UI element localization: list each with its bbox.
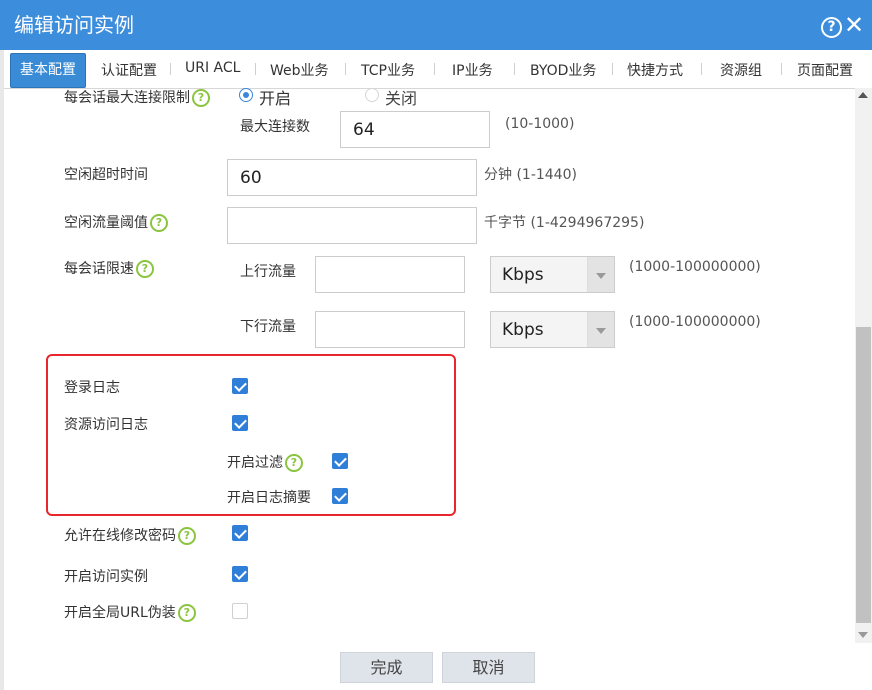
max-conn-label-text: 每会话最大连接限制 bbox=[64, 90, 190, 106]
max-conn-hint: (10-1000) bbox=[505, 116, 575, 132]
upstream-hint: (1000-100000000) bbox=[629, 259, 761, 275]
max-conn-input[interactable] bbox=[340, 111, 490, 148]
upstream-unit-value: Kbps bbox=[502, 265, 544, 285]
tab-basic-config[interactable]: 基本配置 bbox=[10, 53, 86, 88]
cancel-button[interactable]: 取消 bbox=[442, 652, 535, 683]
radio-enable-label[interactable]: 开启 bbox=[259, 85, 291, 109]
tab-ip[interactable]: IP业务 bbox=[452, 60, 493, 80]
url-disguise-checkbox[interactable] bbox=[232, 603, 248, 619]
tab-page-config[interactable]: 页面配置 bbox=[797, 60, 853, 80]
enable-summary-label: 开启日志摘要 bbox=[227, 490, 311, 506]
enable-filter-checkbox[interactable] bbox=[332, 453, 348, 469]
scroll-up-icon[interactable] bbox=[858, 92, 868, 98]
radio-disable[interactable] bbox=[365, 88, 379, 102]
help-icon[interactable]: ? bbox=[178, 527, 196, 545]
dialog-title: 编辑访问实例 bbox=[14, 13, 134, 37]
tab-divider bbox=[612, 63, 613, 75]
allow-pwd-change-label: 允许在线修改密码? bbox=[64, 525, 196, 545]
close-icon[interactable]: ✕ bbox=[844, 11, 864, 39]
scrollbar-thumb[interactable] bbox=[856, 327, 871, 623]
tab-divider bbox=[781, 63, 782, 75]
idle-threshold-label-text: 空闲流量阈值 bbox=[64, 215, 148, 231]
finish-button[interactable]: 完成 bbox=[340, 652, 433, 683]
enable-filter-label: 开启过滤? bbox=[227, 452, 303, 472]
downstream-unit-select[interactable]: Kbps bbox=[490, 311, 615, 348]
radio-enable[interactable] bbox=[239, 88, 253, 102]
left-edge bbox=[0, 50, 4, 690]
tab-divider bbox=[345, 63, 346, 75]
downstream-input[interactable] bbox=[315, 311, 465, 348]
tab-auth-config[interactable]: 认证配置 bbox=[101, 60, 157, 80]
tab-uri-acl[interactable]: URI ACL bbox=[185, 60, 240, 76]
upstream-unit-select[interactable]: Kbps bbox=[490, 256, 615, 293]
tab-divider bbox=[701, 63, 702, 75]
radio-disable-label[interactable]: 关闭 bbox=[385, 85, 417, 109]
chevron-down-icon[interactable] bbox=[587, 312, 614, 347]
max-conn-label: 每会话最大连接限制? bbox=[64, 87, 210, 107]
downstream-unit-value: Kbps bbox=[502, 320, 544, 340]
idle-timeout-input[interactable] bbox=[227, 159, 477, 196]
allow-pwd-change-label-text: 允许在线修改密码 bbox=[64, 528, 176, 544]
login-log-label: 登录日志 bbox=[64, 380, 120, 396]
login-log-checkbox[interactable] bbox=[232, 378, 248, 394]
help-icon[interactable]: ? bbox=[150, 214, 168, 232]
help-icon[interactable]: ? bbox=[821, 17, 842, 38]
tab-divider bbox=[434, 63, 435, 75]
tab-tcp[interactable]: TCP业务 bbox=[361, 60, 415, 80]
rate-limit-label: 每会话限速? bbox=[64, 258, 154, 278]
rate-limit-label-text: 每会话限速 bbox=[64, 261, 134, 277]
tab-resource-group[interactable]: 资源组 bbox=[720, 60, 762, 80]
idle-threshold-input[interactable] bbox=[227, 207, 477, 244]
tab-shortcut[interactable]: 快捷方式 bbox=[627, 60, 683, 80]
tab-divider bbox=[255, 63, 256, 75]
resource-log-label: 资源访问日志 bbox=[64, 417, 148, 433]
tab-web[interactable]: Web业务 bbox=[270, 60, 329, 80]
help-icon[interactable]: ? bbox=[192, 89, 210, 107]
idle-threshold-label: 空闲流量阈值? bbox=[64, 212, 168, 232]
tab-byod[interactable]: BYOD业务 bbox=[530, 60, 596, 80]
tab-divider bbox=[170, 63, 171, 75]
scroll-down-icon[interactable] bbox=[858, 632, 868, 638]
url-disguise-label-text: 开启全局URL伪装 bbox=[64, 605, 176, 621]
chevron-down-icon[interactable] bbox=[587, 257, 614, 292]
enable-summary-checkbox[interactable] bbox=[332, 488, 348, 504]
enable-instance-label: 开启访问实例 bbox=[64, 569, 148, 585]
help-icon[interactable]: ? bbox=[285, 454, 303, 472]
idle-timeout-label: 空闲超时时间 bbox=[64, 167, 148, 183]
idle-timeout-hint: 分钟 (1-1440) bbox=[484, 167, 577, 183]
resource-log-checkbox[interactable] bbox=[232, 415, 248, 431]
downstream-label: 下行流量 bbox=[240, 319, 296, 335]
idle-threshold-hint: 千字节 (1-4294967295) bbox=[484, 215, 645, 231]
upstream-input[interactable] bbox=[315, 256, 465, 293]
downstream-hint: (1000-100000000) bbox=[629, 314, 761, 330]
enable-instance-checkbox[interactable] bbox=[232, 566, 248, 582]
url-disguise-label: 开启全局URL伪装? bbox=[64, 602, 196, 622]
help-icon[interactable]: ? bbox=[136, 260, 154, 278]
max-conn-count-label: 最大连接数 bbox=[240, 119, 310, 135]
tab-divider bbox=[514, 63, 515, 75]
allow-pwd-change-checkbox[interactable] bbox=[232, 525, 248, 541]
help-icon[interactable]: ? bbox=[177, 604, 196, 622]
enable-filter-label-text: 开启过滤 bbox=[227, 455, 283, 471]
upstream-label: 上行流量 bbox=[240, 264, 296, 280]
